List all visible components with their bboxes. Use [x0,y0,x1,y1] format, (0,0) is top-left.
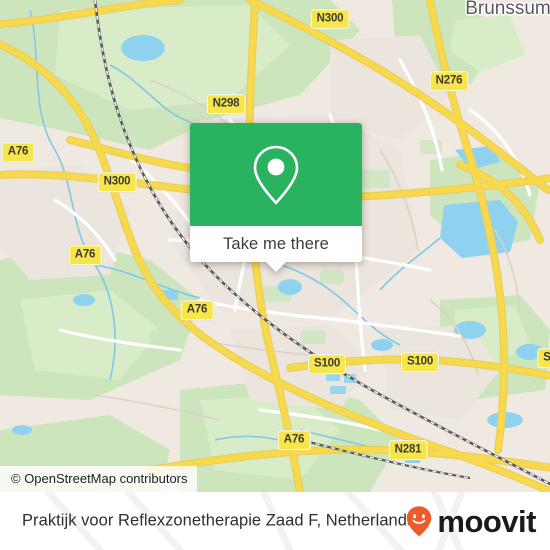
popup-tail-pointer [266,262,286,272]
road-shield-s-edge[interactable]: S [537,348,550,368]
road-shield-a76-b[interactable]: A76 [68,245,102,265]
road-shield-a76-c[interactable]: A76 [180,300,214,320]
road-shield-n276[interactable]: N276 [429,71,469,91]
city-label-brunssum: Brunssum [465,0,550,19]
map-screenshot: Brunssum N300 N276 N298 A76 N300 A76 A76… [0,0,550,550]
road-shield-n300-a[interactable]: N300 [310,9,350,29]
road-shield-n298[interactable]: N298 [206,94,246,114]
road-shield-n281[interactable]: N281 [388,440,428,460]
popup-footer[interactable]: Take me there [190,226,362,272]
location-popup-card[interactable]: Take me there [190,123,362,272]
road-shield-a76-a[interactable]: A76 [1,142,35,162]
moovit-smiley-pin-icon [407,506,432,537]
take-me-there-button[interactable]: Take me there [223,235,329,254]
road-shield-s100-b[interactable]: S100 [400,352,440,372]
road-shield-a76-d[interactable]: A76 [277,430,311,450]
moovit-brand-logo[interactable]: moovit [402,504,536,538]
place-title: Praktijk voor Reflexzonetherapie Zaad F,… [22,511,416,530]
moovit-wordmark: moovit [437,503,536,539]
map-attribution[interactable]: © OpenStreetMap contributors [0,466,197,492]
road-shield-n300-b[interactable]: N300 [97,172,137,192]
map-pin-icon [253,145,299,204]
road-shield-s100-a[interactable]: S100 [307,354,347,374]
popup-header [190,123,362,226]
bottom-info-bar: Praktijk voor Reflexzonetherapie Zaad F,… [0,492,550,550]
